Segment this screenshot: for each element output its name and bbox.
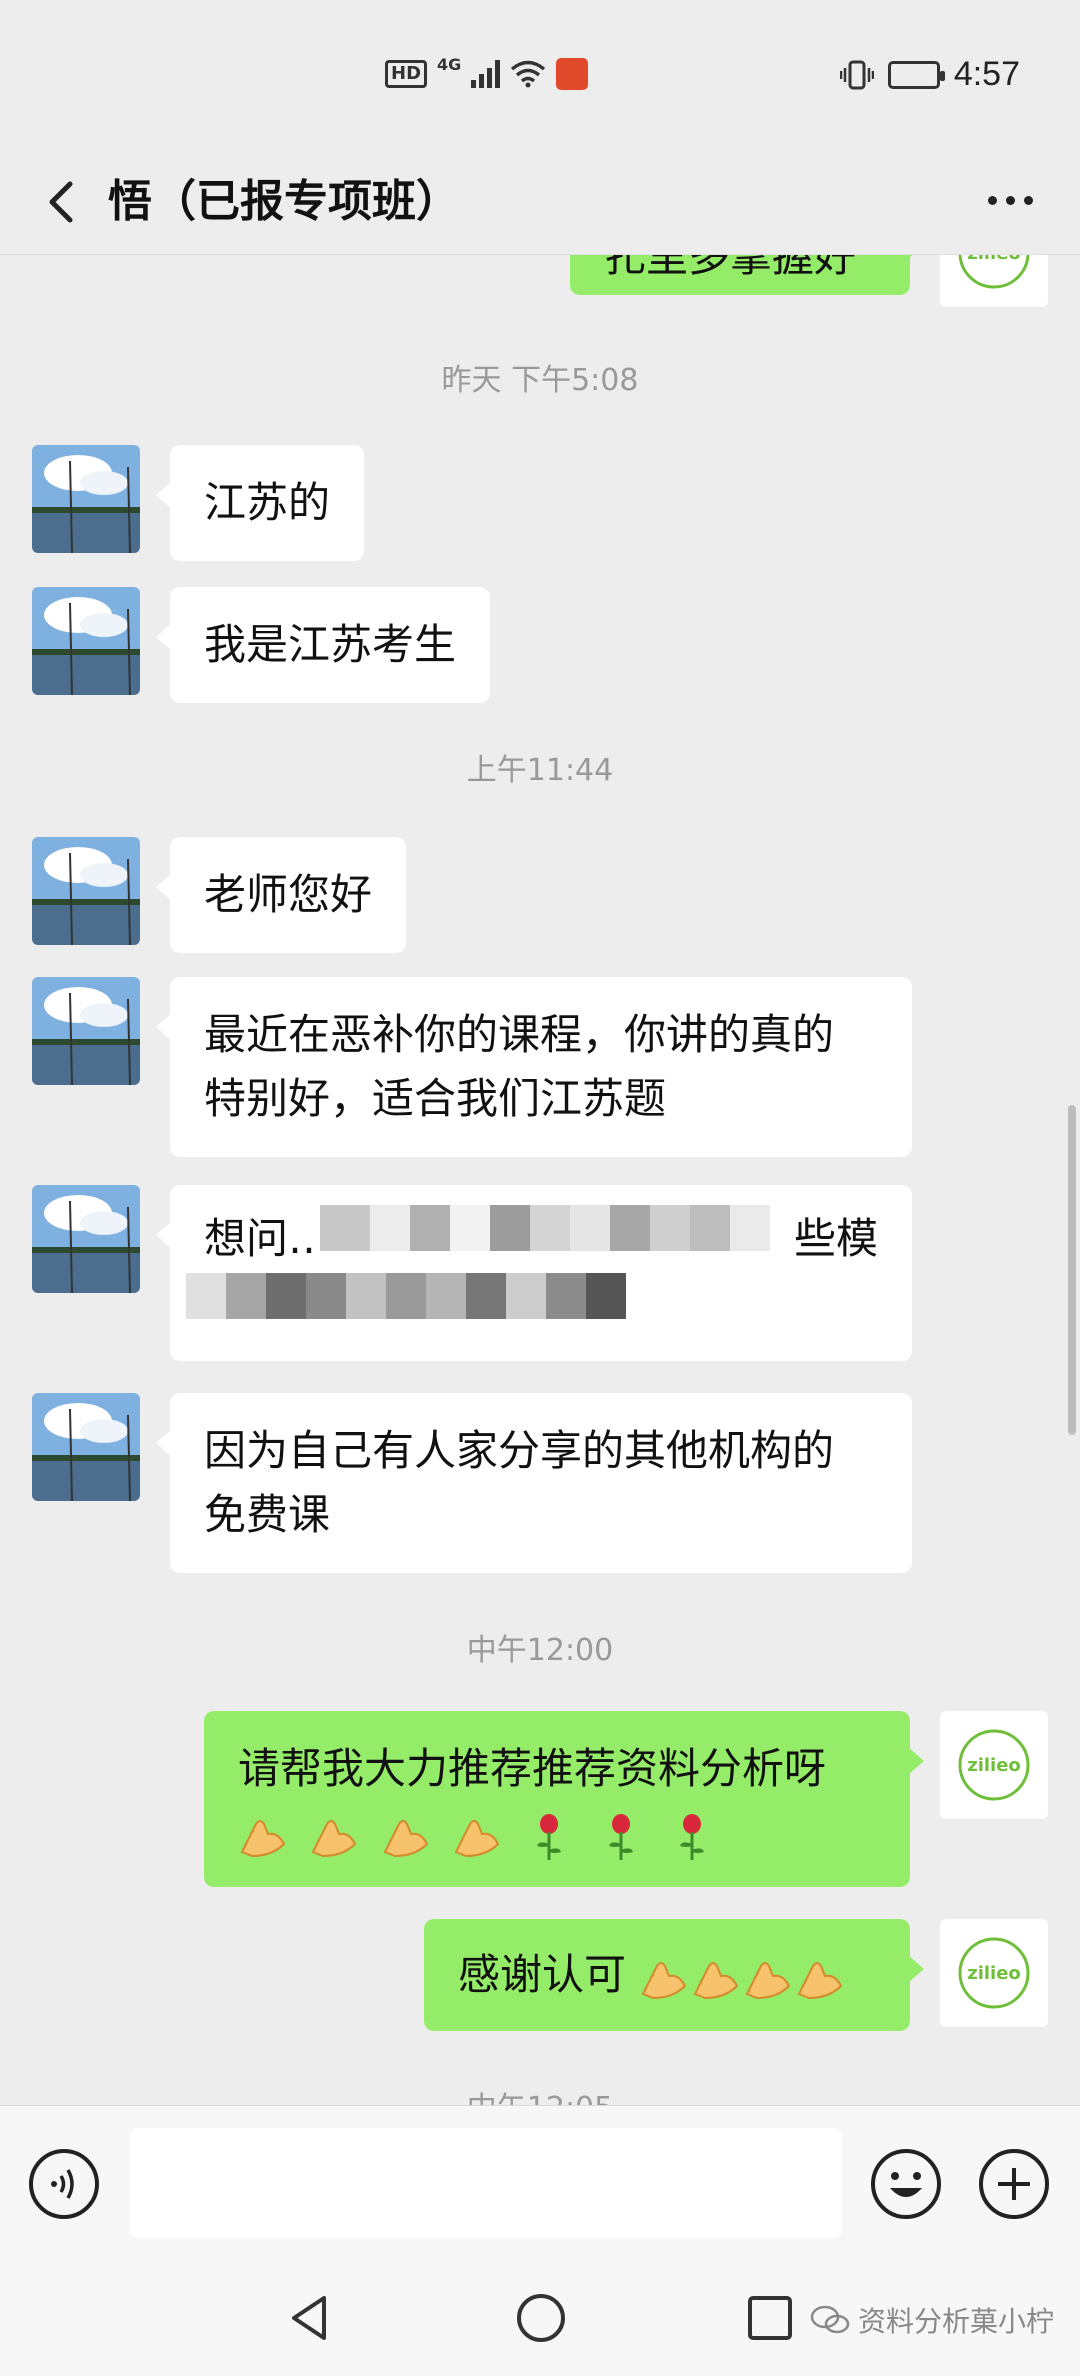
message-text: 我是江苏考生 bbox=[204, 620, 457, 669]
message-bubble-sent[interactable]: 请帮我大力推荐推荐资料分析呀 bbox=[204, 1711, 924, 1887]
voice-icon[interactable] bbox=[28, 2148, 100, 2220]
message-timestamp: 上午11:44 bbox=[466, 753, 614, 788]
message-text: 特别好，适合我们江苏题 bbox=[204, 1074, 667, 1123]
clap-emoji-icon bbox=[797, 1961, 843, 1999]
svg-text:zilieo: zilieo bbox=[967, 255, 1021, 264]
watermark-text: 资料分析菓小柠 bbox=[858, 2305, 1055, 2338]
app-notification-icon bbox=[556, 58, 589, 90]
emoji-row bbox=[238, 1801, 876, 1861]
svg-text:zilieo: zilieo bbox=[967, 1755, 1021, 1776]
message-input[interactable] bbox=[130, 2128, 842, 2238]
message-timestamp: 中午12:00 bbox=[466, 1633, 614, 1668]
clap-emoji-icon bbox=[240, 1819, 286, 1857]
watermark: 资料分析菓小柠 bbox=[810, 2300, 1054, 2340]
message-timestamp: 中午12:05 bbox=[0, 2083, 1080, 2105]
message-bubble-received[interactable]: 因为自己有人家分享的其他机构的 免费课 bbox=[156, 1393, 912, 1573]
wifi-icon bbox=[511, 60, 546, 88]
message-bubble-received[interactable]: 我是江苏考生 bbox=[155, 587, 491, 703]
clap-emoji-icon bbox=[383, 1819, 428, 1857]
message-text: 请帮我大力推荐推荐资料分析呀 bbox=[238, 1744, 827, 1793]
nav-home-icon[interactable] bbox=[513, 2290, 569, 2346]
message-text: 老师您好 bbox=[204, 870, 373, 919]
avatar-self[interactable]: zilieo bbox=[940, 1711, 1048, 1819]
smiley-icon[interactable] bbox=[870, 2148, 942, 2220]
more-horizontal-icon[interactable] bbox=[980, 180, 1040, 220]
redaction-mosaic bbox=[320, 1205, 790, 1275]
message-bubble-received-redacted[interactable]: 想问… …些模 bbox=[156, 1185, 912, 1361]
message-bubble-sent[interactable]: 扎里多掌握好 bbox=[570, 255, 924, 295]
avatar-contact[interactable] bbox=[32, 587, 140, 695]
nav-recent-icon[interactable] bbox=[742, 2290, 798, 2346]
clap-emoji-icon bbox=[311, 1819, 357, 1857]
svg-text:zilieo: zilieo bbox=[967, 1963, 1021, 1984]
nav-back-icon[interactable] bbox=[282, 2290, 338, 2346]
message-bubble-sent[interactable]: 感谢认可 bbox=[424, 1919, 924, 2031]
chat-header: 悟（已报专项班） bbox=[0, 150, 1080, 255]
message-text: 最近在恶补你的课程，你讲的真的 bbox=[204, 1010, 835, 1059]
system-nav-bar: 资料分析菓小柠 bbox=[0, 2260, 1080, 2376]
message-bubble-received[interactable]: 最近在恶补你的课程，你讲的真的 特别好，适合我们江苏题 bbox=[156, 977, 912, 1157]
status-time: 4:57 bbox=[953, 55, 1020, 93]
message-timestamp: 昨天 下午5:08 bbox=[441, 363, 639, 398]
input-bar bbox=[0, 2105, 1080, 2260]
chat-title: 悟（已报专项班） bbox=[108, 176, 460, 227]
message-list[interactable]: 扎里多掌握好 zilieo 昨天 下午5:08 江苏的 bbox=[0, 255, 1080, 2105]
signal-icon bbox=[471, 60, 501, 88]
message-text: 因为自己有人家分享的其他机构的 bbox=[204, 1426, 835, 1475]
status-bar: HD 4G 4:57 bbox=[0, 0, 1080, 150]
message-text: 感谢认可 bbox=[458, 1943, 876, 2007]
message-text: 想问… bbox=[204, 1214, 331, 1263]
battery-icon bbox=[887, 60, 945, 89]
message-text: 免费课 bbox=[204, 1490, 331, 1539]
network-type-label: 4G bbox=[437, 54, 462, 74]
wechat-icon bbox=[810, 2305, 850, 2334]
rose-emoji-icon bbox=[680, 1813, 705, 1860]
avatar-contact[interactable] bbox=[32, 1185, 140, 1293]
chevron-left-icon[interactable] bbox=[32, 172, 92, 232]
plus-icon[interactable] bbox=[978, 2148, 1050, 2220]
clap-emoji-icon bbox=[693, 1961, 739, 1999]
status-right: 4:57 bbox=[839, 55, 1020, 94]
avatar-contact[interactable] bbox=[32, 445, 140, 553]
avatar-contact[interactable] bbox=[32, 837, 140, 945]
message-text: 扎里多掌握好 bbox=[604, 255, 857, 281]
scrollbar[interactable] bbox=[1068, 1105, 1076, 1435]
rose-emoji-icon bbox=[608, 1813, 633, 1860]
hd-badge: HD bbox=[385, 60, 428, 88]
avatar-self[interactable]: zilieo bbox=[940, 1919, 1048, 2027]
clap-emoji-icon bbox=[454, 1819, 500, 1857]
avatar-contact[interactable] bbox=[32, 977, 140, 1085]
avatar-contact[interactable] bbox=[32, 1393, 140, 1501]
clap-emoji-icon bbox=[641, 1961, 687, 1999]
avatar-self[interactable]: zilieo bbox=[940, 255, 1048, 307]
status-indicators: HD 4G bbox=[385, 54, 589, 90]
message-text: 江苏的 bbox=[204, 478, 331, 527]
message-bubble-received[interactable]: 老师您好 bbox=[155, 837, 407, 953]
clap-emoji-icon bbox=[745, 1961, 791, 1999]
rose-emoji-icon bbox=[537, 1813, 562, 1860]
vibrate-icon bbox=[839, 60, 874, 89]
message-bubble-received[interactable]: 江苏的 bbox=[155, 445, 365, 561]
redaction-mosaic bbox=[186, 1273, 646, 1323]
